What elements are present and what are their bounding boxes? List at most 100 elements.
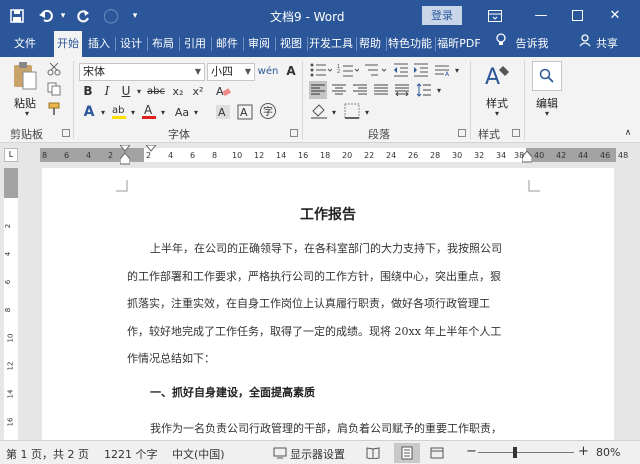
font-color-icon[interactable]: A <box>140 101 158 121</box>
line-spacing-icon[interactable] <box>414 81 434 99</box>
display-settings-button[interactable]: 显示器设置 <box>290 446 345 462</box>
tab-view[interactable]: 视图 <box>277 31 305 57</box>
chevron-down-icon[interactable]: ▼ <box>195 64 201 80</box>
vertical-scrollbar[interactable] <box>616 165 640 440</box>
distributed-button[interactable] <box>393 81 411 99</box>
save-icon[interactable] <box>6 0 28 31</box>
read-mode-icon[interactable] <box>364 444 382 462</box>
tab-references[interactable]: 引用 <box>181 31 209 57</box>
tab-file[interactable]: 文件 <box>6 31 44 57</box>
tab-special-features[interactable]: 特色功能 <box>386 31 434 57</box>
search-icon[interactable] <box>532 61 562 91</box>
multilevel-list-icon[interactable] <box>363 61 387 79</box>
font-color-dropdown-icon[interactable]: ▾ <box>158 103 168 121</box>
zoom-out-button[interactable]: − <box>466 444 477 459</box>
character-shading-icon[interactable]: A <box>214 103 232 121</box>
grow-font-icon[interactable]: A <box>282 62 300 80</box>
chinese-layout-dropdown-icon[interactable]: ▾ <box>452 61 462 79</box>
paste-dropdown-icon[interactable]: ▾ <box>22 109 32 118</box>
subscript-button[interactable]: x₂ <box>170 83 186 99</box>
numbering-icon[interactable]: 12 <box>336 61 360 79</box>
editing-dropdown-icon[interactable]: ▾ <box>542 109 552 118</box>
print-layout-icon[interactable] <box>394 443 420 463</box>
tab-design[interactable]: 设计 <box>117 31 145 57</box>
display-settings-icon[interactable] <box>272 445 288 461</box>
tell-me-search[interactable]: 告诉我 <box>510 31 554 57</box>
shading-dropdown-icon[interactable]: ▾ <box>329 103 339 121</box>
character-border-icon[interactable]: A <box>236 103 254 121</box>
align-center-button[interactable] <box>330 81 348 99</box>
document-page[interactable]: 工作报告 上半年，在公司的正确领导下，在各科室部门的大力支持下，我按照公司 的工… <box>42 168 614 440</box>
highlight-icon[interactable]: ab <box>110 101 128 121</box>
clear-formatting-icon[interactable]: A <box>214 83 232 99</box>
undo-icon[interactable] <box>36 0 58 31</box>
page-count[interactable]: 第 1 页，共 2 页 <box>6 446 89 462</box>
clipboard-dialog-launcher[interactable] <box>62 129 70 137</box>
change-case-dropdown-icon[interactable]: ▾ <box>191 103 201 121</box>
highlight-dropdown-icon[interactable]: ▾ <box>128 103 138 121</box>
share-person-icon[interactable] <box>578 31 592 57</box>
enclose-characters-icon[interactable]: 字 <box>258 101 278 121</box>
text-effects-dropdown-icon[interactable]: ▾ <box>98 103 108 121</box>
zoom-level[interactable]: 80% <box>596 446 620 459</box>
chinese-layout-icon[interactable]: A <box>432 61 452 79</box>
close-button[interactable]: ✕ <box>600 0 630 31</box>
customize-toolbar-icon[interactable]: ▾ <box>128 0 142 31</box>
decrease-indent-icon[interactable] <box>392 61 410 79</box>
collapse-ribbon-icon[interactable]: ∧ <box>622 127 634 139</box>
tab-developer[interactable]: 开发工具 <box>307 31 355 57</box>
borders-dropdown-icon[interactable]: ▾ <box>362 103 372 121</box>
justify-button[interactable] <box>372 81 390 99</box>
tab-review[interactable]: 审阅 <box>245 31 273 57</box>
tab-mailings[interactable]: 邮件 <box>213 31 241 57</box>
tab-help[interactable]: 帮助 <box>356 31 384 57</box>
superscript-button[interactable]: x² <box>190 83 206 99</box>
align-right-button[interactable] <box>351 81 369 99</box>
bullets-icon[interactable] <box>309 61 333 79</box>
paragraph-dialog-launcher[interactable] <box>458 129 466 137</box>
styles-dropdown-icon[interactable]: ▾ <box>492 109 502 118</box>
web-layout-icon[interactable] <box>428 444 446 462</box>
text-effects-icon[interactable]: A <box>80 103 98 121</box>
language-indicator[interactable]: 中文(中国) <box>172 446 225 462</box>
tab-foxit-pdf[interactable]: 福昕PDF <box>435 31 483 57</box>
copy-icon[interactable] <box>46 81 62 97</box>
styles-gallery-icon[interactable]: A <box>482 61 512 91</box>
styles-dialog-launcher[interactable] <box>512 129 520 137</box>
font-size-combo[interactable]: 小四 ▼ <box>207 63 255 81</box>
strikethrough-button[interactable]: abc <box>146 83 166 99</box>
tab-home[interactable]: 开始 <box>54 31 82 57</box>
phonetic-guide-icon[interactable]: wén <box>258 62 279 80</box>
font-dialog-launcher[interactable] <box>290 129 298 137</box>
paste-icon[interactable] <box>10 61 40 91</box>
borders-icon[interactable] <box>342 101 362 121</box>
login-button[interactable]: 登录 <box>422 6 462 25</box>
line-spacing-dropdown-icon[interactable]: ▾ <box>434 81 444 99</box>
format-painter-icon[interactable] <box>46 101 62 117</box>
cut-icon[interactable] <box>46 61 62 77</box>
tab-insert[interactable]: 插入 <box>85 31 113 57</box>
italic-button[interactable]: I <box>99 83 115 99</box>
share-button[interactable]: 共享 <box>594 31 620 57</box>
tab-layout[interactable]: 布局 <box>149 31 177 57</box>
underline-dropdown-icon[interactable]: ▾ <box>134 83 144 99</box>
bold-button[interactable]: B <box>80 83 96 99</box>
ribbon-display-options-icon[interactable] <box>480 0 510 31</box>
minimize-button[interactable]: — <box>526 0 556 31</box>
undo-dropdown-icon[interactable]: ▾ <box>58 0 68 31</box>
zoom-slider-thumb[interactable] <box>513 447 517 458</box>
restore-button[interactable] <box>562 0 592 31</box>
shading-icon[interactable] <box>309 101 329 121</box>
left-indent-marker[interactable] <box>120 145 130 165</box>
align-left-button[interactable] <box>309 81 327 99</box>
increase-indent-icon[interactable] <box>412 61 430 79</box>
word-count[interactable]: 1221 个字 <box>104 446 158 462</box>
zoom-in-button[interactable]: + <box>578 444 589 459</box>
chevron-down-icon[interactable]: ▼ <box>245 64 251 80</box>
touch-mode-icon[interactable]: ◯ <box>100 0 122 31</box>
change-case-button[interactable]: Aa <box>172 103 192 121</box>
font-name-combo[interactable]: 宋体 ▼ <box>79 63 205 81</box>
tab-selector[interactable]: L <box>4 148 18 162</box>
underline-button[interactable]: U <box>118 83 134 99</box>
zoom-slider-track[interactable] <box>478 452 574 453</box>
